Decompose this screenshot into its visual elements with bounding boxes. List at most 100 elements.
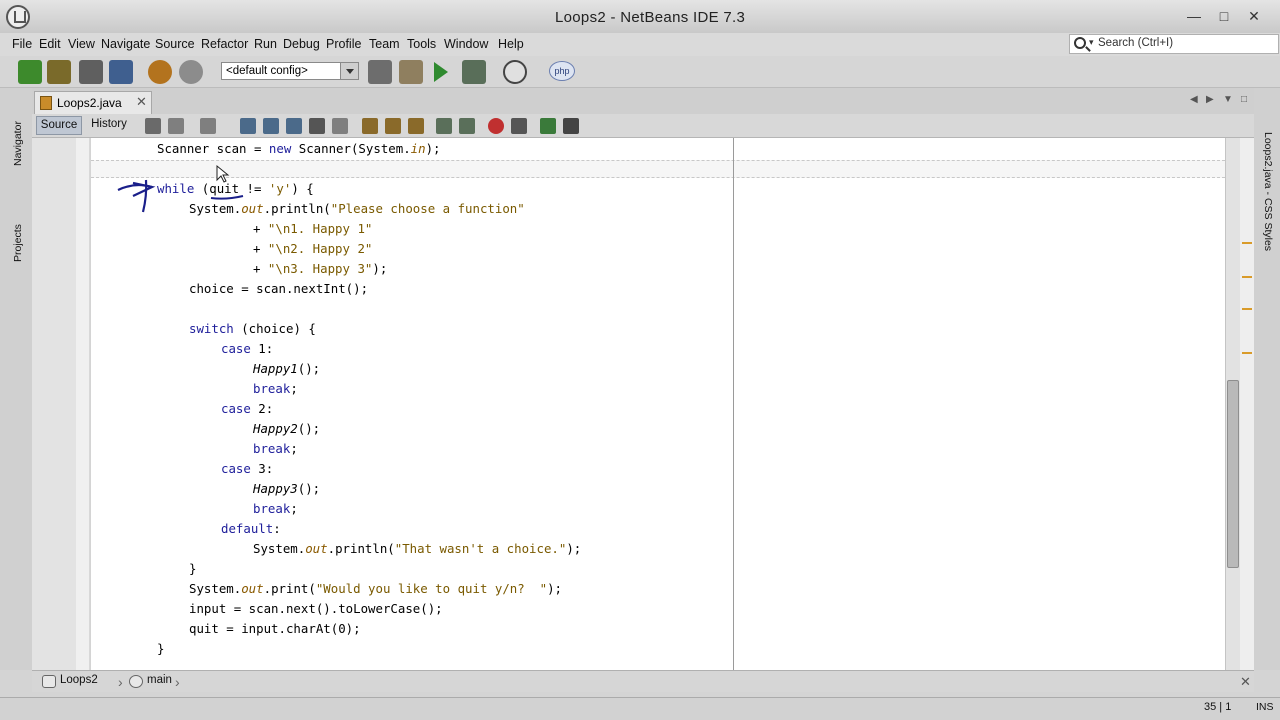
status-bar (0, 697, 1280, 720)
find-selection-icon[interactable] (240, 118, 256, 134)
comment-icon[interactable] (563, 118, 579, 134)
scroll-left-icon[interactable]: ◀ (1190, 94, 1198, 105)
chevron-right-icon: › (175, 674, 180, 690)
run-icon[interactable] (434, 62, 448, 82)
new-project-icon[interactable] (47, 60, 71, 84)
save-all-icon[interactable] (109, 60, 133, 84)
menu-help[interactable]: Help (498, 37, 524, 51)
menu-refactor[interactable]: Refactor (201, 37, 248, 51)
breadcrumb-class[interactable]: Loops2 › (40, 674, 123, 690)
stop-macro-icon[interactable] (511, 118, 527, 134)
shift-right-icon[interactable] (459, 118, 475, 134)
warning-mark[interactable] (1242, 308, 1252, 310)
clean-build-icon[interactable] (399, 60, 423, 84)
menu-window[interactable]: Window (444, 37, 488, 51)
menu-view[interactable]: View (68, 37, 95, 51)
redo-icon[interactable] (179, 60, 203, 84)
menu-tools[interactable]: Tools (407, 37, 436, 51)
close-tab-icon[interactable]: ✕ (136, 94, 147, 110)
menu-source[interactable]: Source (155, 37, 195, 51)
chevron-down-icon: ▾ (1089, 37, 1094, 47)
code-line-18: Happy3(); (253, 481, 321, 496)
search-placeholder: Search (Ctrl+I) (1098, 37, 1174, 49)
scroll-right-icon[interactable]: ▶ (1206, 94, 1214, 105)
code-line-20: default: (221, 521, 281, 536)
tab-loops2-java[interactable]: Loops2.java ✕ (34, 91, 152, 114)
class-icon (42, 675, 56, 688)
netbeans-window: Loops2 - NetBeans IDE 7.3 — □ ✕ File Edi… (0, 0, 1280, 720)
open-project-icon[interactable] (79, 60, 103, 84)
search-icon (1074, 37, 1086, 49)
back-icon[interactable] (168, 118, 184, 134)
minimize-icon[interactable]: — (1183, 6, 1205, 26)
toggle-highlight-icon[interactable] (309, 118, 325, 134)
build-hammer-icon[interactable] (368, 60, 392, 84)
find-previous-icon[interactable] (263, 118, 279, 134)
code-line-22: } (189, 561, 197, 576)
code-line-19: break; (253, 501, 298, 516)
left-sidebar: Navigator Projects (0, 88, 32, 670)
undo-icon[interactable] (148, 60, 172, 84)
projects-tab[interactable]: Projects (12, 224, 24, 262)
code-line-1: Scanner scan = new Scanner(System.in); (157, 141, 441, 156)
fold-margin (76, 138, 90, 670)
warning-mark[interactable] (1242, 276, 1252, 278)
profile-icon[interactable] (503, 60, 527, 84)
right-margin-guide (733, 138, 734, 670)
method-icon (129, 675, 143, 688)
previous-bookmark-icon[interactable] (362, 118, 378, 134)
netbeans-logo-icon (6, 5, 30, 29)
menu-profile[interactable]: Profile (326, 37, 361, 51)
config-value: <default config> (226, 65, 308, 77)
current-line-highlight (91, 160, 1225, 178)
code-line-10: switch (choice) { (189, 321, 316, 336)
last-edit-icon[interactable] (145, 118, 161, 134)
toggle-rect-selection-icon[interactable] (332, 118, 348, 134)
code-line-4: System.out.println("Please choose a func… (189, 201, 525, 216)
breadcrumb-method[interactable]: main › (127, 674, 180, 690)
next-bookmark-icon[interactable] (385, 118, 401, 134)
chevron-down-icon (340, 63, 358, 79)
close-breadcrumb-icon[interactable]: ✕ (1240, 674, 1251, 690)
menu-debug[interactable]: Debug (283, 37, 320, 51)
editor-tab-bar: Loops2.java ✕ (32, 88, 1254, 114)
menu-edit[interactable]: Edit (39, 37, 61, 51)
code-line-11: case 1: (221, 341, 274, 356)
tab-label: Loops2.java (57, 96, 122, 110)
breadcrumb (32, 670, 1254, 692)
source-button[interactable]: Source (36, 116, 82, 135)
find-next-icon[interactable] (286, 118, 302, 134)
code-line-3: while (quit != 'y') { (157, 181, 314, 196)
close-icon[interactable]: ✕ (1243, 6, 1265, 26)
menu-team[interactable]: Team (369, 37, 400, 51)
warning-mark[interactable] (1242, 352, 1252, 354)
warning-mark[interactable] (1242, 242, 1252, 244)
php-icon[interactable]: php (549, 61, 575, 81)
check-file-icon[interactable] (540, 118, 556, 134)
start-macro-icon[interactable] (488, 118, 504, 134)
title-bar: Loops2 - NetBeans IDE 7.3 — □ ✕ (0, 0, 1280, 33)
config-select[interactable]: <default config> (221, 62, 359, 80)
line-number-gutter (32, 138, 82, 670)
menu-run[interactable]: Run (254, 37, 277, 51)
code-line-8: choice = scan.nextInt(); (189, 281, 369, 296)
navigator-tab[interactable]: Navigator (12, 121, 24, 166)
scrollbar-thumb[interactable] (1227, 380, 1239, 568)
tab-list-icon[interactable]: ▼ (1223, 94, 1233, 105)
code-line-6: + "\n2. Happy 2" (253, 241, 373, 256)
window-title: Loops2 - NetBeans IDE 7.3 (555, 9, 746, 26)
new-file-icon[interactable] (18, 60, 42, 84)
shift-left-icon[interactable] (436, 118, 452, 134)
menu-file[interactable]: File (12, 37, 32, 51)
forward-icon[interactable] (200, 118, 216, 134)
code-line-16: break; (253, 441, 298, 456)
toggle-bookmark-icon[interactable] (408, 118, 424, 134)
code-line-24: input = scan.next().toLowerCase(); (189, 601, 443, 616)
debug-icon[interactable] (462, 60, 486, 84)
css-styles-tab[interactable]: Loops2.java - CSS Styles (1262, 132, 1274, 251)
search-input[interactable]: ▾ Search (Ctrl+I) (1069, 34, 1279, 54)
menu-navigate[interactable]: Navigate (101, 37, 150, 51)
maximize-icon[interactable]: □ (1213, 6, 1235, 26)
history-button[interactable]: History (86, 116, 132, 135)
restore-window-icon[interactable]: □ (1241, 94, 1247, 105)
